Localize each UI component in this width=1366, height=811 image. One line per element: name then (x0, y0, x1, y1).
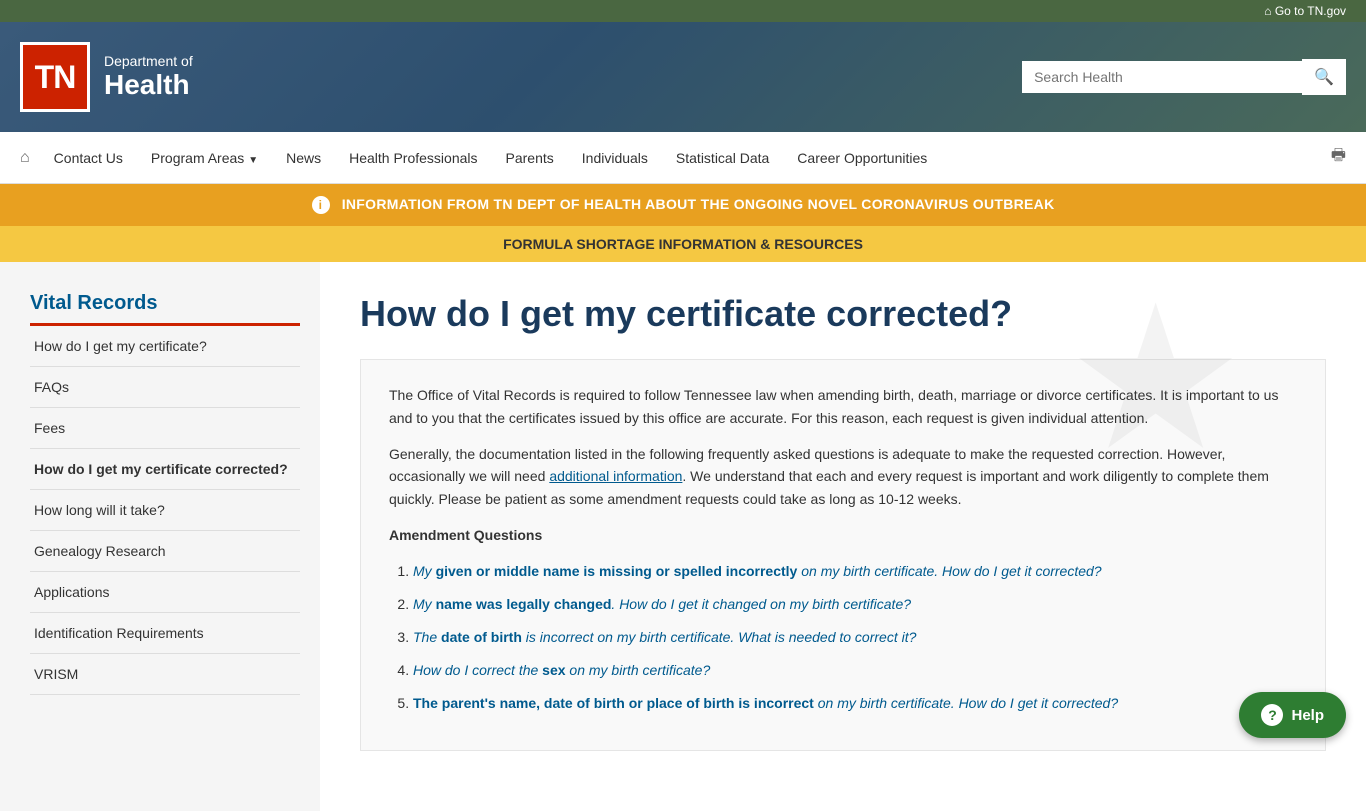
home-icon: ⌂ (1264, 4, 1271, 18)
sidebar-link-applications[interactable]: Applications (30, 572, 300, 612)
sidebar-title: Vital Records (30, 292, 300, 315)
sidebar-link-genealogy[interactable]: Genealogy Research (30, 531, 300, 571)
sidebar-item-corrected: How do I get my certificate corrected? (30, 449, 300, 490)
faq3-bold: date of birth (441, 629, 522, 645)
nav-career-opportunities[interactable]: Career Opportunities (783, 138, 941, 178)
search-button[interactable]: 🔍 (1302, 59, 1346, 95)
sidebar-item-id-requirements: Identification Requirements (30, 613, 300, 654)
faq4-bold: sex (542, 662, 565, 678)
intro-paragraph-1: The Office of Vital Records is required … (389, 384, 1297, 429)
logo-area: TN Department of Health (20, 42, 193, 112)
sidebar-nav: How do I get my certificate? FAQs Fees H… (30, 326, 300, 695)
faq1-text1: My (413, 563, 436, 579)
faq-item-3: The date of birth is incorrect on my bir… (413, 627, 1297, 648)
faq-link-4[interactable]: How do I correct the sex on my birth cer… (413, 662, 710, 678)
nav-parents[interactable]: Parents (492, 138, 568, 178)
tn-logo: TN (20, 42, 90, 112)
help-label: Help (1291, 707, 1324, 724)
info-icon: i (312, 196, 330, 214)
goto-tn-link[interactable]: Go to TN.gov (1275, 4, 1346, 18)
faq3-text1: The (413, 629, 441, 645)
faq5-text2: on my birth certificate. How do I get it… (814, 695, 1118, 711)
faq-item-1: My given or middle name is missing or sp… (413, 561, 1297, 582)
sidebar-link-corrected[interactable]: How do I get my certificate corrected? (30, 449, 300, 489)
nav-health-professionals[interactable]: Health Professionals (335, 138, 491, 178)
main-content: Vital Records How do I get my certificat… (0, 262, 1366, 811)
help-question-mark: ? (1261, 704, 1283, 726)
faq4-text1: How do I correct the (413, 662, 542, 678)
help-button[interactable]: ? Help (1239, 692, 1346, 738)
page-title: How do I get my certificate corrected? (360, 292, 1326, 335)
amendment-title: Amendment Questions (389, 524, 1297, 546)
sidebar-item-how-long: How long will it take? (30, 490, 300, 531)
faq-item-4: How do I correct the sex on my birth cer… (413, 660, 1297, 681)
faq2-text1: My (413, 596, 436, 612)
alert-formula[interactable]: FORMULA SHORTAGE INFORMATION & RESOURCES (0, 226, 1366, 262)
sidebar-item-get-certificate: How do I get my certificate? (30, 326, 300, 367)
sidebar-item-vrism: VRISM (30, 654, 300, 695)
nav-program-areas[interactable]: Program Areas ▼ (137, 138, 272, 178)
faq2-bold: name was legally changed (436, 596, 612, 612)
dept-text: Department of Health (104, 53, 193, 101)
intro-paragraph-2: Generally, the documentation listed in t… (389, 443, 1297, 510)
sidebar-item-applications: Applications (30, 572, 300, 613)
search-area: 🔍 (1022, 59, 1346, 95)
sidebar-link-get-certificate[interactable]: How do I get my certificate? (30, 326, 300, 366)
nav-bar: ⌂ Contact Us Program Areas ▼ News Health… (0, 132, 1366, 184)
faq-item-2: My name was legally changed. How do I ge… (413, 594, 1297, 615)
faq-link-2[interactable]: My name was legally changed. How do I ge… (413, 596, 911, 612)
nav-home-icon[interactable]: ⌂ (10, 137, 40, 179)
sidebar-item-genealogy: Genealogy Research (30, 531, 300, 572)
top-bar: ⌂ Go to TN.gov (0, 0, 1366, 22)
content-area: ★ How do I get my certificate corrected?… (320, 262, 1366, 811)
faq5-bold: The parent's name, date of birth or plac… (413, 695, 814, 711)
nav-contact-us[interactable]: Contact Us (40, 138, 137, 178)
sidebar-link-faqs[interactable]: FAQs (30, 367, 300, 407)
faq-link-5[interactable]: The parent's name, date of birth or plac… (413, 695, 1118, 711)
additional-info-link[interactable]: additional information (549, 468, 682, 484)
sidebar-link-how-long[interactable]: How long will it take? (30, 490, 300, 530)
content-box: The Office of Vital Records is required … (360, 359, 1326, 750)
alert-coronavirus-text: INFORMATION FROM TN DEPT OF HEALTH ABOUT… (342, 196, 1055, 212)
sidebar-item-faqs: FAQs (30, 367, 300, 408)
sidebar-link-fees[interactable]: Fees (30, 408, 300, 448)
nav-individuals[interactable]: Individuals (568, 138, 662, 178)
nav-news[interactable]: News (272, 138, 335, 178)
faq-item-5: The parent's name, date of birth or plac… (413, 693, 1297, 714)
faq-list: My given or middle name is missing or sp… (389, 561, 1297, 714)
faq3-text2: is incorrect on my birth certificate. Wh… (522, 629, 917, 645)
print-icon[interactable]: 🖶 (1321, 132, 1356, 183)
program-areas-arrow: ▼ (248, 155, 258, 166)
health-label: Health (104, 69, 193, 101)
faq-link-3[interactable]: The date of birth is incorrect on my bir… (413, 629, 916, 645)
sidebar-link-id-requirements[interactable]: Identification Requirements (30, 613, 300, 653)
sidebar: Vital Records How do I get my certificat… (0, 262, 320, 811)
alert-coronavirus[interactable]: i INFORMATION FROM TN DEPT OF HEALTH ABO… (0, 184, 1366, 226)
header: TN Department of Health 🔍 (0, 22, 1366, 132)
faq4-text2: on my birth certificate? (566, 662, 711, 678)
alert-formula-text: FORMULA SHORTAGE INFORMATION & RESOURCES (503, 236, 863, 252)
dept-of-label: Department of (104, 53, 193, 69)
sidebar-link-vrism[interactable]: VRISM (30, 654, 300, 694)
faq2-text2: . How do I get it changed on my birth ce… (611, 596, 911, 612)
faq1-text2: on my birth certificate. How do I get it… (797, 563, 1101, 579)
faq-link-1[interactable]: My given or middle name is missing or sp… (413, 563, 1102, 579)
faq1-bold: given or middle name is missing or spell… (436, 563, 798, 579)
nav-statistical-data[interactable]: Statistical Data (662, 138, 783, 178)
search-input[interactable] (1022, 61, 1302, 93)
sidebar-item-fees: Fees (30, 408, 300, 449)
